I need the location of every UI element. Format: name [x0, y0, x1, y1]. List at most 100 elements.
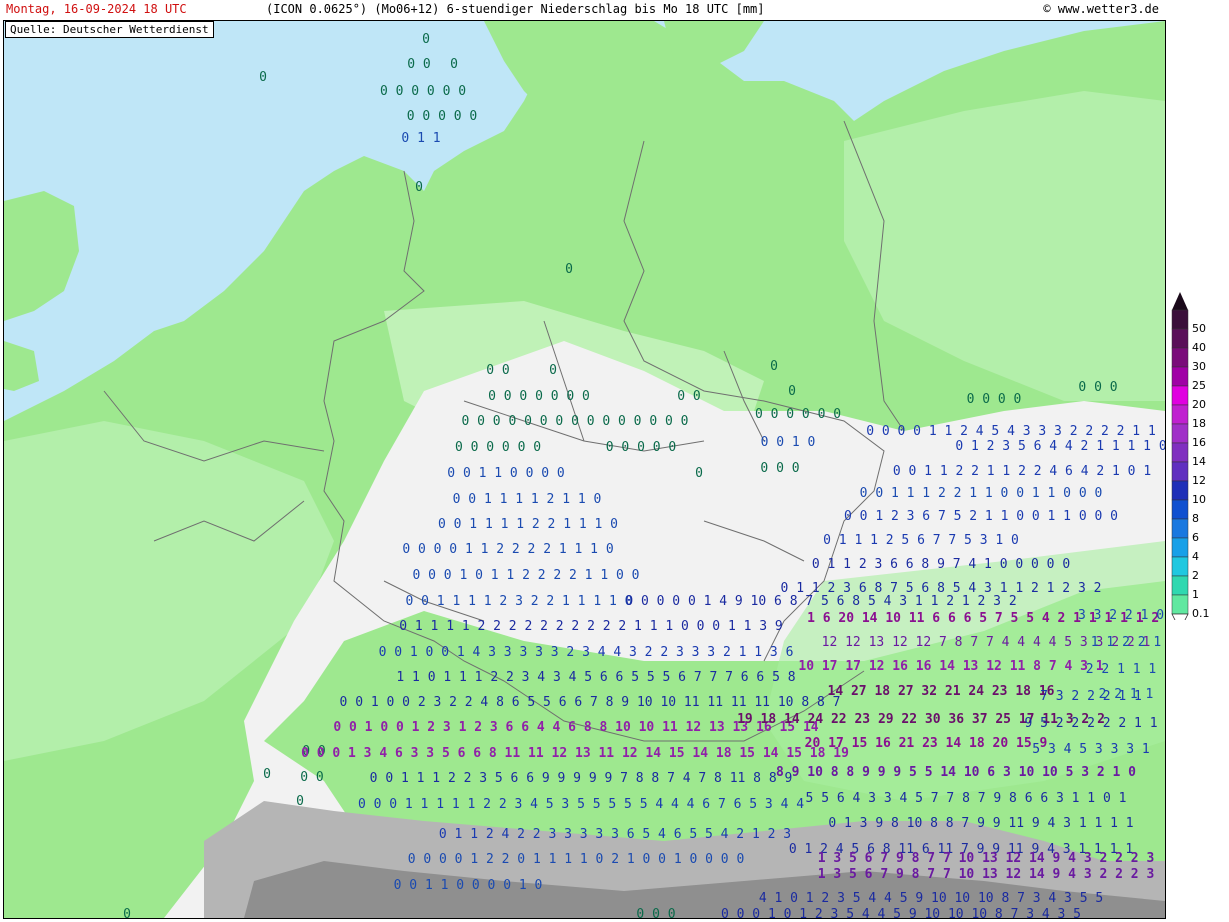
legend-swatch — [1171, 518, 1189, 539]
precip-value-row: 0 0 0 1 1 1 1 1 2 2 3 4 5 3 5 5 5 5 5 4 … — [358, 797, 804, 812]
legend-swatch — [1171, 366, 1189, 387]
precip-value-row: 0 0 1 0 0 1 4 3 3 3 3 3 2 3 4 4 3 2 2 3 … — [379, 645, 794, 660]
legend-swatch — [1171, 556, 1189, 577]
precip-value-row: 0 0 0 0 0 0 — [755, 407, 841, 422]
precip-value-row: 10 17 17 12 16 16 14 13 12 11 8 7 4 3 1 — [798, 659, 1103, 674]
precip-value-row: 0 — [263, 767, 271, 782]
precip-value-row: 1 1 0 1 1 1 2 2 3 4 3 4 5 6 6 5 5 5 6 7 … — [396, 670, 795, 685]
precip-value-row: 4 1 0 1 2 3 5 4 4 5 9 10 10 10 8 7 3 4 3… — [759, 891, 1103, 906]
precip-value-row: 1 3 5 6 7 9 8 7 7 10 13 12 14 9 4 3 2 2 … — [818, 867, 1155, 882]
map-header: Montag, 16-09-2024 18 UTC (ICON 0.0625°)… — [0, 0, 1229, 20]
precip-value-row: 0 0 — [300, 770, 323, 785]
precip-value-row: 0 1 3 9 8 10 8 8 7 9 9 11 9 4 3 1 1 1 1 — [828, 816, 1133, 831]
precip-value-row: 0 1 1 1 1 2 2 2 2 2 2 2 2 2 2 1 1 1 0 0 … — [399, 619, 783, 634]
legend-swatch — [1171, 594, 1189, 615]
precip-value-row: 0 0 1 0 — [761, 435, 816, 450]
precip-value-row: 0 — [549, 363, 557, 378]
legend-level-label: 30 — [1192, 360, 1206, 373]
legend-swatch — [1171, 442, 1189, 463]
precip-value-row: 0 1 2 3 5 6 4 4 2 1 1 1 1 0 — [955, 439, 1165, 454]
precip-value-row: 8 9 10 8 8 9 9 9 5 5 14 10 6 3 10 10 5 3… — [776, 765, 1136, 780]
precip-value-row: 0 1 1 — [401, 131, 440, 146]
precip-value-row: 0 0 1 1 1 1 2 1 1 0 — [453, 492, 602, 507]
precip-value-row: 0 — [565, 262, 573, 277]
precip-value-row: 9 5 2 2 2 2 2 1 1 — [1024, 716, 1157, 731]
precip-value-row: 0 0 1 1 1 1 2 3 2 2 1 1 1 1 0 — [406, 594, 633, 609]
precip-value-row: 0 0 0 0 0 0 0 — [488, 389, 590, 404]
precip-value-row: 0 0 — [407, 57, 430, 72]
legend-level-label: 14 — [1192, 455, 1206, 468]
legend-level-label: 0.1 — [1192, 607, 1210, 620]
precip-value-row: 0 0 0 0 1 1 2 4 5 4 3 3 3 2 2 2 2 1 1 — [866, 424, 1156, 439]
data-source: Quelle: Deutscher Wetterdienst — [5, 21, 214, 38]
forecast-date: Montag, 16-09-2024 18 UTC — [6, 2, 187, 16]
legend-swatch — [1171, 575, 1189, 596]
precip-value-row: 2 2 1 1 1 — [1086, 662, 1156, 677]
precip-value-row: 0 1 1 2 3 6 6 8 9 7 4 1 0 0 0 0 0 — [812, 557, 1070, 572]
legend-swatch — [1171, 309, 1189, 330]
map-canvas: 0 0 0 0 00 0 0 0 0 00 0 0000 1 1000 0 00 0… — [4, 21, 1165, 918]
legend-level-label: 1 — [1192, 588, 1199, 601]
precip-value-row: 20 17 15 16 21 23 14 18 20 15 9 — [805, 736, 1048, 751]
precip-value-row: 0 0 1 1 2 2 1 1 2 2 4 6 4 2 1 0 1 — [893, 464, 1151, 479]
legend-level-label: 40 — [1192, 341, 1206, 354]
precip-value-row: 0 — [770, 359, 778, 374]
precip-value-row: 3 3 2 2 1 0 — [1078, 608, 1164, 623]
legend-level-label: 8 — [1192, 512, 1199, 525]
legend-swatch — [1171, 328, 1189, 349]
precip-value-row: 5 5 6 4 3 3 4 5 7 7 8 7 9 8 6 6 3 1 1 0 … — [806, 791, 1127, 806]
legend-swatch — [1171, 423, 1189, 444]
precip-value-row: 0 0 1 0 0 2 3 2 2 4 8 6 5 5 6 6 7 8 9 10… — [340, 695, 841, 710]
legend-level-label: 20 — [1192, 398, 1206, 411]
precip-value-row: 0 0 — [486, 363, 509, 378]
precip-value-row: 0 — [123, 907, 131, 918]
precip-value-row: 0 — [450, 57, 458, 72]
precip-value-row: 0 0 0 1 0 1 1 2 2 2 2 1 1 0 0 — [413, 568, 640, 583]
precip-value-row: 0 0 0 — [1078, 380, 1117, 395]
legend-level-label: 16 — [1192, 436, 1206, 449]
precipitation-legend: 50 40 30 25 20 18 16 14 12 10 8 6 4 2 1 0.1 — [1170, 290, 1229, 620]
precip-value-row: 0 0 0 0 0 0 0 0 0 0 0 0 0 0 0 — [462, 414, 689, 429]
legend-level-label: 50 — [1192, 322, 1206, 335]
precip-value-row: 0 0 1 2 3 6 7 5 2 1 1 0 0 1 1 0 0 0 — [844, 509, 1118, 524]
legend-top-arrow — [1172, 292, 1188, 310]
precip-value-row: 0 0 1 1 1 2 2 1 1 0 0 1 1 0 0 0 — [860, 486, 1103, 501]
precip-value-row: 0 0 0 0 0 0 — [380, 84, 466, 99]
legend-level-label: 10 — [1192, 493, 1206, 506]
precip-value-row: 1 1 2 2 1 — [1091, 635, 1161, 650]
legend-colorbar — [1171, 292, 1189, 620]
precip-value-row: 0 — [415, 180, 423, 195]
precip-value-row: 5 3 4 5 3 3 3 1 — [1032, 742, 1149, 757]
legend-level-label: 6 — [1192, 531, 1199, 544]
precip-value-row: 0 — [422, 32, 430, 47]
precip-value-row: 0 0 0 0 0 — [407, 109, 477, 124]
precip-value-row: 0 0 — [677, 389, 700, 404]
legend-swatch — [1171, 480, 1189, 501]
precip-value-row: 0 0 1 1 1 1 2 2 1 1 1 0 — [438, 517, 618, 532]
legend-bottom-arrow — [1171, 613, 1189, 620]
precip-value-row: 0 — [296, 794, 304, 809]
legend-level-label: 2 — [1192, 569, 1199, 582]
precip-value-row: 0 0 1 1 1 2 2 3 5 6 6 9 9 9 9 9 7 8 8 7 … — [370, 771, 793, 786]
legend-swatch — [1171, 499, 1189, 520]
precip-value-row: 0 — [259, 70, 267, 85]
copyright: © www.wetter3.de — [1043, 2, 1159, 16]
precip-value-row: 0 0 1 1 0 0 0 0 — [447, 466, 564, 481]
precip-value-row: 0 0 0 0 0 — [606, 440, 676, 455]
precip-value-row: 0 0 0 — [760, 461, 799, 476]
legend-level-label: 4 — [1192, 550, 1199, 563]
legend-swatch — [1171, 461, 1189, 482]
precip-value-row: 1 3 5 6 7 9 8 7 7 10 13 12 14 9 4 3 2 2 … — [818, 851, 1155, 866]
legend-level-label: 12 — [1192, 474, 1206, 487]
precip-value-row: 14 27 18 27 32 21 24 23 18 16 — [828, 684, 1055, 699]
precip-value-row: 0 0 0 0 0 0 — [455, 440, 541, 455]
model-description: (ICON 0.0625°) (Mo06+12) 6-stuendiger Ni… — [266, 2, 765, 16]
precipitation-map[interactable]: 0 0 0 0 00 0 0 0 0 00 00000 1 1000 000 0… — [3, 20, 1166, 919]
precip-value-row: 0 0 0 0 0 1 4 9 10 6 8 7 5 6 8 5 4 3 1 1… — [625, 594, 1016, 609]
precip-value-row: 0 0 0 — [636, 907, 675, 918]
precip-value-row: 0 0 0 1 3 4 6 3 3 5 6 6 8 11 11 12 13 11… — [301, 746, 849, 761]
legend-swatch — [1171, 404, 1189, 425]
precip-value-row: 0 0 1 1 0 0 0 0 1 0 — [394, 878, 543, 893]
legend-level-label: 18 — [1192, 417, 1206, 430]
precip-value-row: 0 0 0 0 1 1 2 2 2 2 1 1 1 0 — [402, 542, 613, 557]
